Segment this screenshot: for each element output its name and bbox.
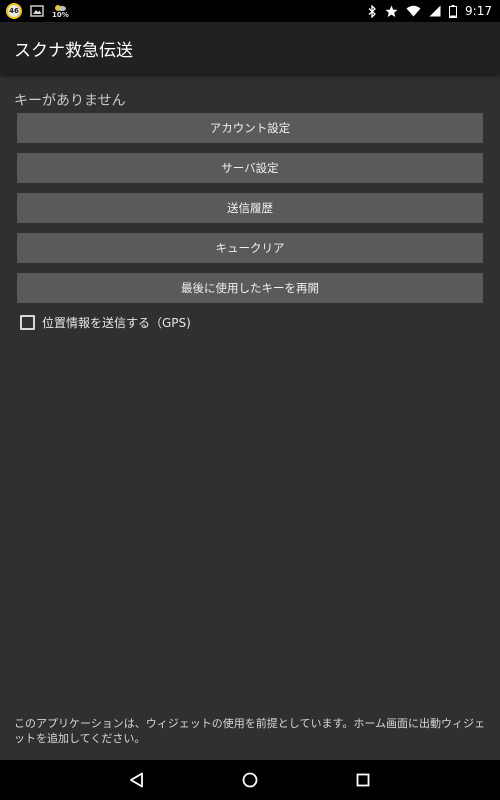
battery-icon xyxy=(449,4,458,18)
bluetooth-icon xyxy=(368,4,377,18)
key-status-text: キーがありません xyxy=(14,93,126,109)
account-settings-button[interactable]: アカウント設定 xyxy=(17,113,483,143)
navigation-bar xyxy=(0,760,500,800)
action-bar: スクナ救急伝送 xyxy=(0,22,500,74)
home-button[interactable] xyxy=(235,765,265,795)
back-button[interactable] xyxy=(122,765,152,795)
resume-last-key-button[interactable]: 最後に使用したキーを再開 xyxy=(17,273,483,303)
home-icon xyxy=(242,772,258,788)
status-time: 9:17 xyxy=(465,4,492,18)
back-icon xyxy=(129,772,143,788)
status-bar: 46 10% 9:17 xyxy=(0,0,500,22)
status-right: 9:17 xyxy=(368,4,492,18)
signal-icon xyxy=(429,5,441,17)
screen: 46 10% 9:17 スクナ救急伝送 キーがありません アカウント設定 サーバ… xyxy=(0,0,500,800)
send-history-button[interactable]: 送信履歴 xyxy=(17,193,483,223)
image-icon xyxy=(30,5,44,17)
gps-option-row[interactable]: 位置情報を送信する（GPS) xyxy=(20,314,191,331)
server-settings-button[interactable]: サーバ設定 xyxy=(17,153,483,183)
notification-badge-icon: 46 xyxy=(6,3,22,19)
status-left: 46 10% xyxy=(6,3,69,19)
weather-status: 10% xyxy=(52,3,69,19)
queue-clear-button[interactable]: キュークリア xyxy=(17,233,483,263)
recents-button[interactable] xyxy=(348,765,378,795)
recents-icon xyxy=(356,773,370,787)
app-title: スクナ救急伝送 xyxy=(14,40,133,61)
widget-notice-text: このアプリケーションは、ウィジェットの使用を前提としています。ホーム画面に出動ウ… xyxy=(14,717,486,745)
gps-checkbox-label[interactable]: 位置情報を送信する（GPS) xyxy=(42,314,191,331)
gps-checkbox[interactable] xyxy=(20,315,35,330)
star-icon xyxy=(385,5,398,18)
wifi-icon xyxy=(406,5,421,17)
battery-percent-label: 10% xyxy=(52,11,69,19)
